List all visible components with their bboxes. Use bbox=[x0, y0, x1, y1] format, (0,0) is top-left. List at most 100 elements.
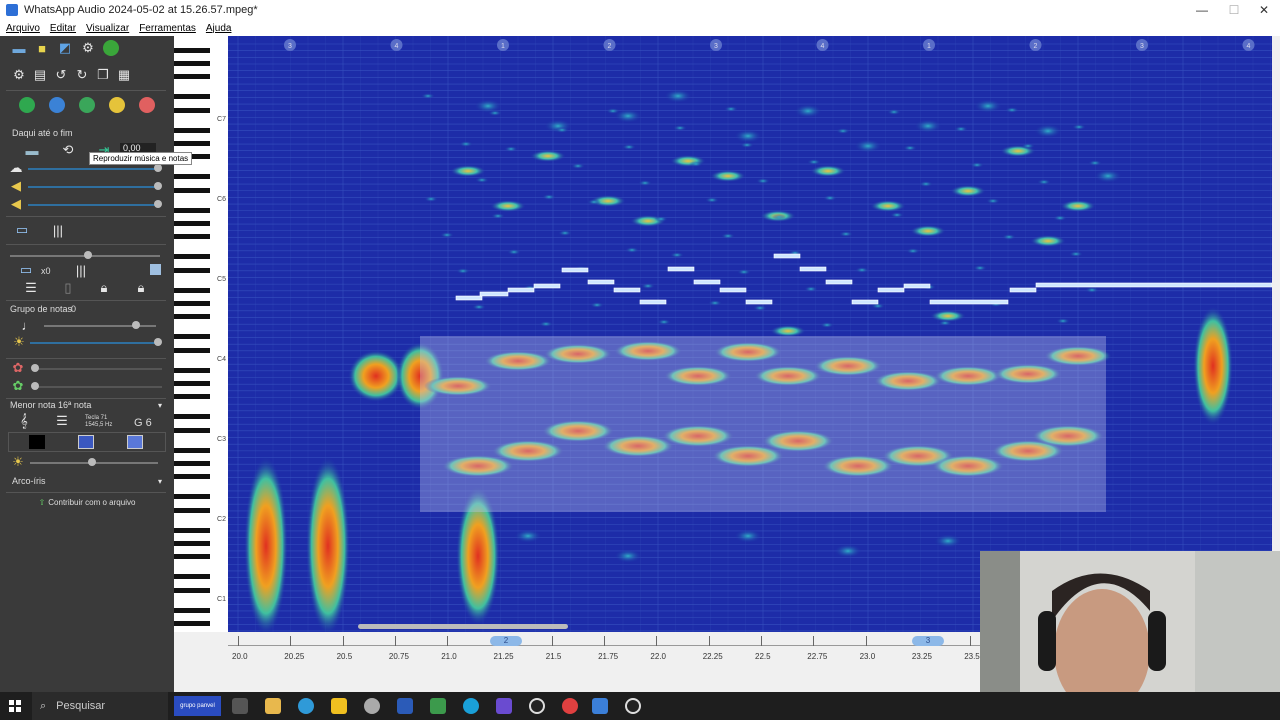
black-key[interactable] bbox=[174, 234, 210, 240]
metronome-icon[interactable]: 𝄞 bbox=[16, 413, 32, 429]
contribute-button[interactable]: ⇧ Contribuir com o arquivo bbox=[8, 495, 166, 509]
black-key[interactable] bbox=[174, 267, 210, 273]
speed-slider-knob[interactable] bbox=[154, 164, 162, 172]
spectrogram-canvas[interactable]: 3 4 1 2 3 4 1 2 3 4 bbox=[228, 36, 1272, 632]
black-key[interactable] bbox=[174, 367, 210, 373]
black-key[interactable] bbox=[174, 127, 210, 133]
open-folder-icon[interactable]: ▬ bbox=[11, 40, 27, 56]
spectrogram-tab-icon[interactable]: ▭ bbox=[14, 222, 30, 238]
black-key[interactable] bbox=[174, 507, 210, 513]
black-key[interactable] bbox=[174, 301, 210, 306]
black-key[interactable] bbox=[174, 107, 210, 113]
maximize-button[interactable]: ☐ bbox=[1218, 0, 1250, 20]
min-note-select[interactable]: 16ª nota bbox=[58, 400, 91, 410]
media-player-icon[interactable] bbox=[625, 698, 641, 714]
settings-icon[interactable]: ⚙ bbox=[80, 40, 96, 56]
black-key[interactable] bbox=[174, 394, 210, 400]
lock-icon[interactable]: 🔒︎ bbox=[96, 280, 112, 296]
redo-icon[interactable]: ↻ bbox=[74, 67, 90, 83]
black-key[interactable] bbox=[174, 574, 210, 580]
black-key[interactable] bbox=[174, 414, 210, 420]
online-icon[interactable] bbox=[103, 40, 119, 56]
menu-visualizar[interactable]: Visualizar bbox=[86, 23, 129, 34]
black-key[interactable] bbox=[174, 447, 210, 453]
black-key[interactable] bbox=[174, 554, 210, 560]
pause-button[interactable] bbox=[109, 97, 125, 113]
menu-ferramentas[interactable]: Ferramentas bbox=[139, 23, 196, 34]
print-icon[interactable]: ▤ bbox=[32, 67, 48, 83]
edge-icon[interactable] bbox=[298, 698, 314, 714]
loop-icon[interactable]: ⟲ bbox=[60, 142, 76, 158]
timeline-scrollbar[interactable] bbox=[358, 624, 568, 629]
chevron-down-icon[interactable]: ▾ bbox=[152, 397, 168, 413]
stop-button[interactable] bbox=[139, 97, 155, 113]
chevron-down-icon[interactable]: ▾ bbox=[152, 473, 168, 489]
black-key[interactable] bbox=[174, 61, 210, 66]
music-volume-knob[interactable] bbox=[154, 182, 162, 190]
word-icon[interactable] bbox=[397, 698, 413, 714]
spreadsheet-icon[interactable] bbox=[430, 698, 446, 714]
color-swatch[interactable] bbox=[150, 264, 161, 275]
black-key[interactable] bbox=[174, 94, 210, 100]
note-size-knob[interactable] bbox=[132, 321, 140, 329]
black-key[interactable] bbox=[174, 494, 210, 500]
save-icon[interactable]: ■ bbox=[34, 40, 50, 56]
zoom-slider-knob[interactable] bbox=[84, 251, 92, 259]
search-input[interactable]: ⌕ Pesquisar bbox=[32, 692, 168, 720]
group-value[interactable]: 0 bbox=[71, 304, 76, 314]
timeline-bar-marker[interactable]: 2 bbox=[490, 636, 522, 646]
black-key[interactable] bbox=[174, 621, 210, 626]
task-view-icon[interactable] bbox=[232, 698, 248, 714]
browser-icon[interactable] bbox=[529, 698, 545, 714]
sensitivity-slider[interactable] bbox=[32, 386, 162, 388]
notes-volume-knob[interactable] bbox=[154, 200, 162, 208]
remove-icon[interactable]: ✿ bbox=[10, 360, 26, 376]
black-key[interactable] bbox=[174, 607, 210, 613]
black-key[interactable] bbox=[174, 527, 210, 533]
black-key[interactable] bbox=[174, 74, 210, 80]
black-key[interactable] bbox=[174, 381, 210, 386]
file-explorer-icon[interactable] bbox=[265, 698, 281, 714]
threshold-knob[interactable] bbox=[31, 364, 39, 372]
close-button[interactable]: ✕ bbox=[1248, 0, 1280, 20]
black-key[interactable] bbox=[174, 287, 210, 293]
gear-icon[interactable]: ⚙ bbox=[11, 67, 27, 83]
colormap-select[interactable]: Arco-íris bbox=[12, 476, 46, 486]
song2see-icon[interactable] bbox=[592, 698, 608, 714]
brand-badge[interactable]: grupo panvel bbox=[174, 696, 221, 716]
windows-start-icon[interactable] bbox=[9, 700, 21, 712]
note-brightness-slider[interactable] bbox=[30, 342, 158, 344]
grid-icon[interactable]: ||| bbox=[73, 262, 89, 278]
undo-icon[interactable]: ↺ bbox=[53, 67, 69, 83]
add-icon[interactable]: ✿ bbox=[10, 378, 26, 394]
black-key[interactable] bbox=[174, 187, 210, 193]
color-blue-swatch[interactable] bbox=[78, 435, 94, 449]
menu-lines-icon[interactable]: ☰ bbox=[23, 280, 39, 296]
notes-app-icon[interactable] bbox=[331, 698, 347, 714]
black-key[interactable] bbox=[174, 207, 210, 213]
range-bar-icon[interactable]: ▬ bbox=[24, 142, 40, 158]
paste-icon[interactable]: ▦ bbox=[116, 67, 132, 83]
black-key[interactable] bbox=[174, 587, 210, 593]
copy-icon[interactable]: ❐ bbox=[95, 67, 111, 83]
black-key[interactable] bbox=[174, 427, 210, 433]
range-label[interactable]: Daqui até o fim bbox=[12, 128, 73, 138]
play-button[interactable] bbox=[19, 97, 35, 113]
onenote-icon[interactable] bbox=[496, 698, 512, 714]
notes-volume-slider[interactable] bbox=[28, 204, 158, 206]
speed-slider[interactable] bbox=[28, 168, 158, 170]
black-key[interactable] bbox=[174, 334, 210, 340]
spectrogram-brightness-knob[interactable] bbox=[88, 458, 96, 466]
black-key[interactable] bbox=[174, 347, 210, 353]
trash-icon[interactable]: ▯ bbox=[60, 280, 76, 296]
black-key[interactable] bbox=[174, 541, 210, 546]
timeline-bar-marker[interactable]: 3 bbox=[912, 636, 944, 646]
black-key[interactable] bbox=[174, 174, 210, 180]
black-key[interactable] bbox=[174, 47, 210, 53]
staff-icon[interactable]: ☰ bbox=[54, 413, 70, 429]
black-key[interactable] bbox=[174, 474, 210, 480]
bars-tab-icon[interactable]: ||| bbox=[50, 222, 66, 238]
note-brightness-knob[interactable] bbox=[154, 338, 162, 346]
black-key[interactable] bbox=[174, 461, 210, 466]
black-key[interactable] bbox=[174, 254, 210, 260]
